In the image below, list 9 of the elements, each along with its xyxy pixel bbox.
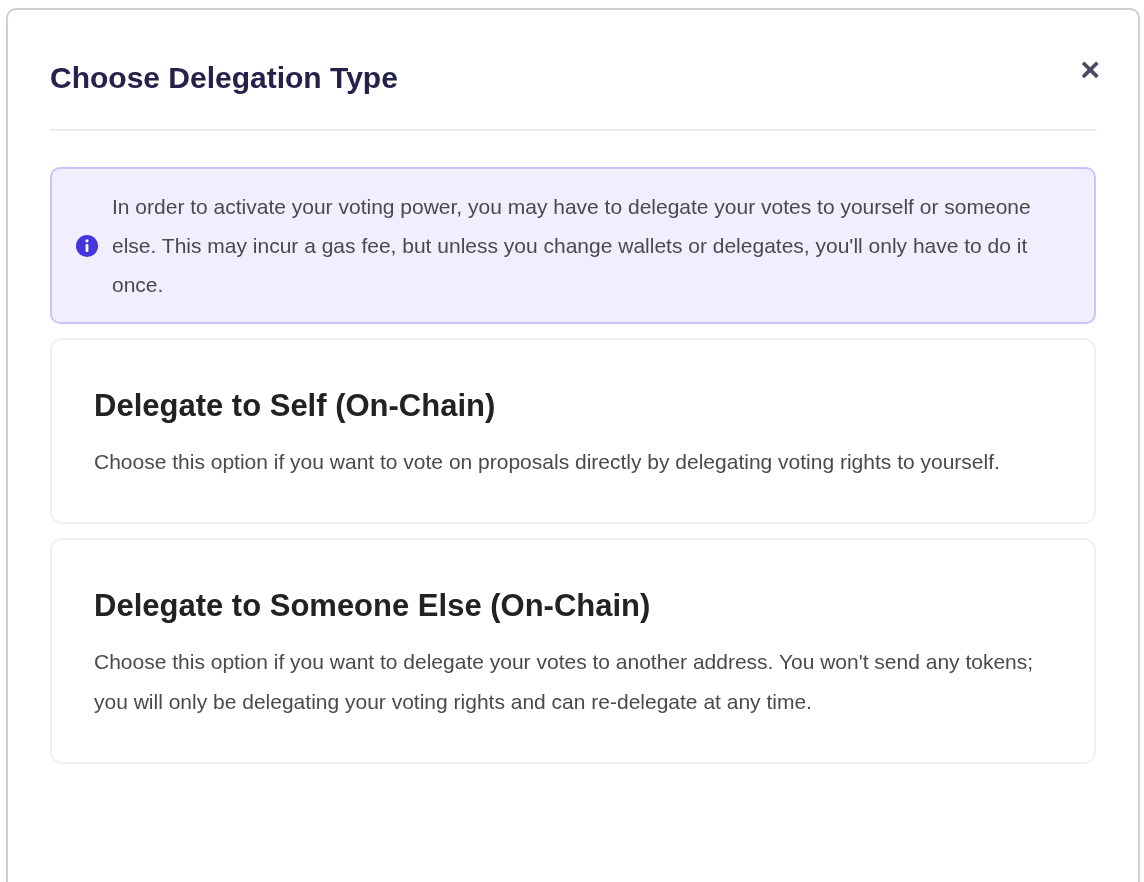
option-title: Delegate to Someone Else (On-Chain): [94, 587, 652, 625]
info-text: In order to activate your voting power, you may have to delegate your votes to yourself or someone else. This may incur a gas fee, but unless you change wallets or delegates, you'll only have to do it once.: [112, 194, 1032, 298]
option-title: Delegate to Self (On-Chain): [94, 387, 497, 425]
dialog-title: Choose Delegation Type: [50, 60, 398, 96]
option-description: Choose this option if you want to vote on proposals directly by delegating voting rights to yourself.: [94, 449, 1001, 475]
option-card[interactable]: Delegate to Self (On-Chain) Choose this option if you want to vote on proposals directly by delegating voting rights to yourself.: [50, 338, 1096, 524]
info-icon: [76, 234, 98, 257]
close-button[interactable]: ×: [1080, 52, 1100, 86]
option-description: Choose this option if you want to delegate your votes to another address. You won't send any tokens; you will only be delegating your voting rights and can re-delegate at any time.: [94, 649, 1034, 715]
